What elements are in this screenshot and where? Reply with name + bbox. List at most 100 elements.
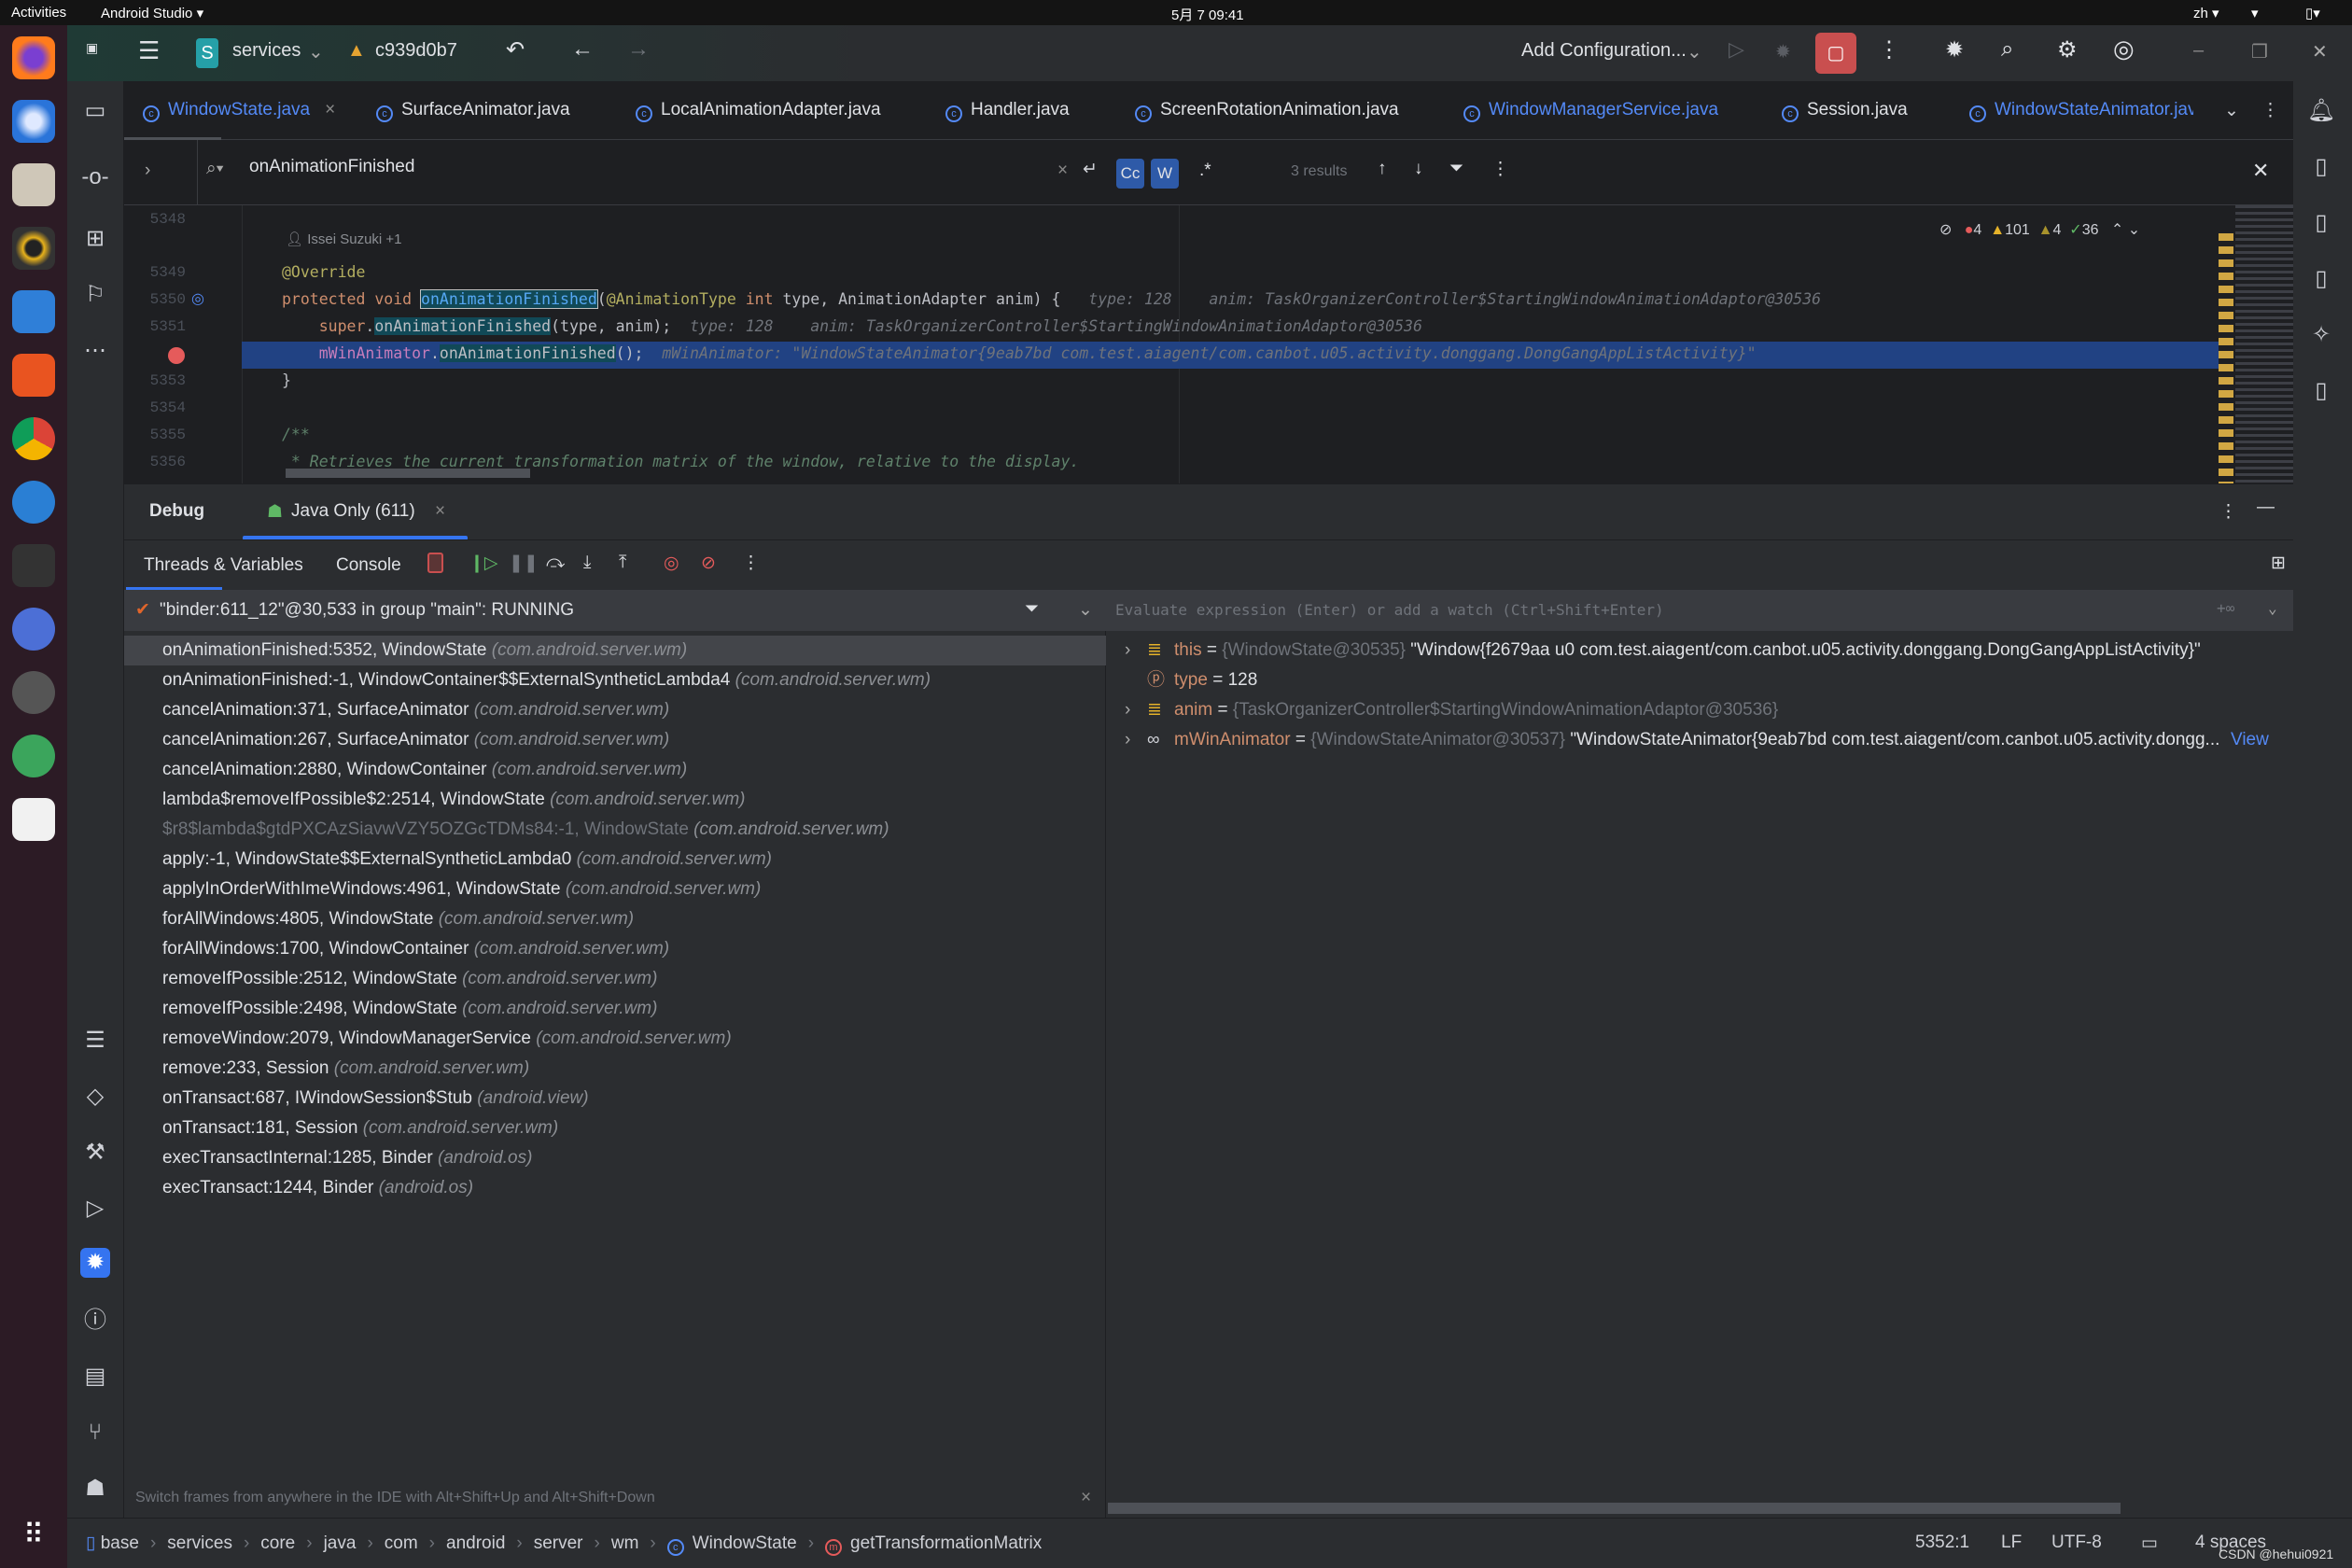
stack-frame[interactable]: apply:-1, WindowState$$ExternalSynthetic… xyxy=(124,845,1106,875)
stack-frame[interactable]: forAllWindows:4805, WindowState (com.and… xyxy=(124,904,1106,934)
debug-options-icon[interactable]: ⋮ xyxy=(2219,501,2237,523)
stack-frame[interactable]: onAnimationFinished:-1, WindowContainer$… xyxy=(124,665,1106,695)
breakpoint-icon[interactable] xyxy=(168,347,185,364)
commit-icon[interactable]: -o- xyxy=(80,162,110,192)
inspection-widget[interactable]: ⊘ ●4 ▲101 ▲4 ✓36 ⌃ ⌄ xyxy=(1939,220,2140,239)
next-highlight-icon[interactable]: ⌄ xyxy=(2128,222,2140,238)
expand-chevron-icon[interactable]: › xyxy=(1125,636,1130,665)
line-number[interactable]: 5350 xyxy=(147,291,186,308)
main-menu-icon[interactable]: ☰ xyxy=(138,36,160,65)
notifications-bell-icon[interactable]: 🔔︎ xyxy=(2306,96,2336,126)
close-session-icon[interactable]: × xyxy=(435,501,445,522)
find-input[interactable] xyxy=(249,157,697,177)
file-encoding[interactable]: UTF-8 xyxy=(2051,1533,2102,1553)
expand-chevron-icon[interactable]: › xyxy=(1125,725,1130,755)
next-occurrence-icon[interactable]: ↓ xyxy=(1414,159,1423,179)
step-out-icon[interactable]: ⤒ xyxy=(619,553,626,573)
filter-frames-icon[interactable]: ⏷ xyxy=(1025,599,1039,620)
view-link[interactable]: View xyxy=(2231,725,2269,755)
stack-frame[interactable]: removeWindow:2079, WindowManagerService … xyxy=(124,1024,1106,1054)
stack-frame[interactable]: execTransact:1244, Binder (android.os) xyxy=(124,1173,1106,1203)
writer-icon[interactable] xyxy=(12,290,55,333)
breadcrumb-method[interactable]: getTransformationMatrix xyxy=(850,1533,1042,1553)
variable-row[interactable]: ⓟ type = 128 xyxy=(1106,665,2293,695)
todo-list-icon[interactable]: ☰ xyxy=(80,1026,110,1056)
view-breakpoints-icon[interactable]: ◎ xyxy=(664,553,679,574)
variable-row[interactable]: › ≣ this = {WindowState@30535} "Window{f26… xyxy=(1106,636,2293,665)
app-icon[interactable] xyxy=(12,735,55,777)
stack-frame[interactable]: applyInOrderWithImeWindows:4961, WindowS… xyxy=(124,875,1106,904)
show-apps-icon[interactable]: ⠿ xyxy=(12,1514,55,1557)
updater-icon[interactable] xyxy=(12,671,55,714)
find-more-icon[interactable]: ⋮ xyxy=(1491,159,1509,180)
project-selector[interactable]: services xyxy=(232,40,301,62)
project-folder-icon[interactable]: ▭ xyxy=(80,96,110,126)
step-into-icon[interactable]: ⤓ xyxy=(583,553,591,573)
tab-windowstate[interactable]: c WindowState.java × xyxy=(143,100,335,122)
line-number[interactable]: 5355 xyxy=(147,427,186,443)
breadcrumb-item[interactable]: server xyxy=(534,1533,583,1553)
run-tool-icon[interactable]: ▷ xyxy=(80,1194,110,1224)
more-icon[interactable]: ⋮ xyxy=(1878,36,1900,63)
horizontal-scrollbar[interactable] xyxy=(286,469,530,478)
minimap[interactable] xyxy=(2235,205,2293,483)
tab-console[interactable]: Console xyxy=(336,555,401,576)
logcat-icon[interactable]: ☗ xyxy=(80,1474,110,1504)
stack-frame[interactable]: cancelAnimation:371, SurfaceAnimator (co… xyxy=(124,695,1106,725)
breadcrumb-class[interactable]: WindowState xyxy=(693,1533,797,1553)
previous-occurrence-icon[interactable]: ↑ xyxy=(1378,159,1387,179)
debug-bug-icon[interactable]: ✹ xyxy=(1775,40,1791,63)
reader-mode-icon[interactable]: ⊘ xyxy=(1939,222,1952,238)
more-tools-icon[interactable]: ⋯ xyxy=(80,336,110,366)
running-devices-icon[interactable]: ▯ xyxy=(2306,208,2336,238)
back-icon[interactable]: ← xyxy=(571,36,594,63)
tab-surfaceanimator[interactable]: c SurfaceAnimator.java xyxy=(376,100,570,122)
line-number[interactable]: 5354 xyxy=(147,399,186,416)
tab-list-chevron-icon[interactable]: ⌄ xyxy=(2224,100,2239,121)
software-icon[interactable] xyxy=(12,354,55,397)
stack-frame[interactable]: cancelAnimation:267, SurfaceAnimator (co… xyxy=(124,725,1106,755)
restore-button[interactable]: ❐ xyxy=(2251,40,2268,63)
stack-frame[interactable]: $r8$lambda$gtdPXCAzSiavwVZY5OZGcTDMs84:-… xyxy=(124,815,1106,845)
variables-scrollbar[interactable] xyxy=(1108,1503,2121,1514)
thunderbird-icon[interactable] xyxy=(12,100,55,143)
override-gutter-icon[interactable]: ◎ xyxy=(191,289,204,308)
breadcrumb-item[interactable]: wm xyxy=(611,1533,639,1553)
breadcrumb-item[interactable]: com xyxy=(385,1533,418,1553)
variable-row[interactable]: › ∞ mWinAnimator = {WindowStateAnimator@30… xyxy=(1106,725,2293,755)
stack-frame[interactable]: execTransactInternal:1285, Binder (andro… xyxy=(124,1143,1106,1173)
clear-search-icon[interactable]: × xyxy=(1057,161,1068,181)
caret-position[interactable]: 5352:1 xyxy=(1915,1533,1969,1553)
line-separator[interactable]: LF xyxy=(2001,1533,2022,1553)
expand-replace-icon[interactable]: › xyxy=(145,161,150,181)
breadcrumb-item[interactable]: base xyxy=(101,1533,139,1553)
evaluate-expression-input[interactable]: Evaluate expression (Enter) or add a wat… xyxy=(1106,590,2293,631)
variable-row[interactable]: › ≣ anim = {TaskOrganizerController$Starti… xyxy=(1106,695,2293,725)
tab-handler[interactable]: c Handler.java xyxy=(945,100,1070,122)
stack-frame[interactable]: remove:233, Session (com.android.server.… xyxy=(124,1054,1106,1084)
session-tab[interactable]: Java Only (611) xyxy=(291,501,415,522)
undo-icon[interactable]: ↶ xyxy=(506,36,525,63)
close-hint-icon[interactable]: × xyxy=(1081,1488,1091,1508)
eval-dropdown-icon[interactable]: ⌄ xyxy=(2268,599,2277,617)
chevron-down-icon[interactable]: ⌄ xyxy=(1687,40,1702,63)
thread-dropdown-icon[interactable]: ⌄ xyxy=(1078,599,1093,621)
branch-selector[interactable]: c939d0b7 xyxy=(375,40,457,62)
forward-icon[interactable]: → xyxy=(627,36,650,63)
chrome-icon[interactable] xyxy=(12,417,55,460)
activities-button[interactable]: Activities xyxy=(11,5,66,21)
filter-icon[interactable]: ⏷ xyxy=(1449,159,1463,179)
help-icon[interactable] xyxy=(12,481,55,524)
android-studio-icon[interactable] xyxy=(12,608,55,651)
tab-screenrotationanimation[interactable]: c ScreenRotationAnimation.java xyxy=(1135,100,1399,122)
attach-debugger-icon[interactable]: ✹ xyxy=(1945,36,1964,63)
stack-frame[interactable]: onTransact:181, Session (com.android.ser… xyxy=(124,1113,1106,1143)
layout-icon[interactable]: ⊞ xyxy=(2271,553,2286,574)
search-history-icon[interactable]: ⌕▾ xyxy=(206,159,224,179)
tab-session[interactable]: c Session.java xyxy=(1782,100,1908,122)
gem-icon[interactable]: ◇ xyxy=(80,1082,110,1112)
device-manager-icon[interactable]: ▯ xyxy=(2306,152,2336,182)
stack-frame[interactable]: removeIfPossible:2498, WindowState (com.… xyxy=(124,994,1106,1024)
gemini-icon[interactable]: ✧ xyxy=(2306,320,2336,350)
line-number[interactable]: 5356 xyxy=(147,454,186,470)
